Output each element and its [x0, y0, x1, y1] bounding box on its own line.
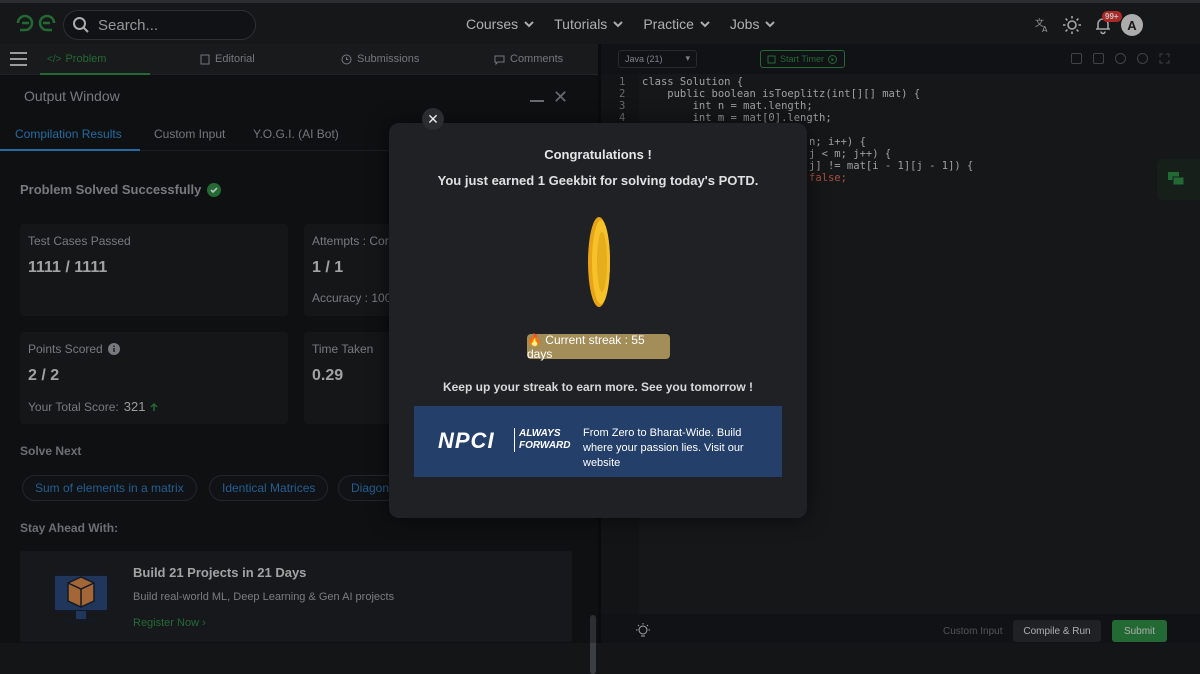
- ad-text: From Zero to Bharat-Wide. Build where yo…: [583, 427, 744, 469]
- npci-ad-banner[interactable]: NPCI ALWAYS FORWARD From Zero to Bharat-…: [414, 406, 782, 477]
- modal-title: Congratulations !: [544, 147, 652, 162]
- close-modal-button[interactable]: ✕: [422, 108, 444, 130]
- npci-logo: NPCI: [438, 428, 495, 453]
- geekbit-coin-icon: [588, 217, 610, 307]
- keep-up-message: Keep up your streak to earn more. See yo…: [442, 380, 754, 394]
- congrats-modal: Congratulations ! You just earned 1 Geek…: [389, 123, 807, 518]
- ad-tagline: ALWAYS FORWARD: [514, 428, 570, 452]
- modal-message: You just earned 1 Geekbit for solving to…: [437, 173, 759, 188]
- streak-badge: 🔥 Current streak : 55 days: [527, 333, 670, 361]
